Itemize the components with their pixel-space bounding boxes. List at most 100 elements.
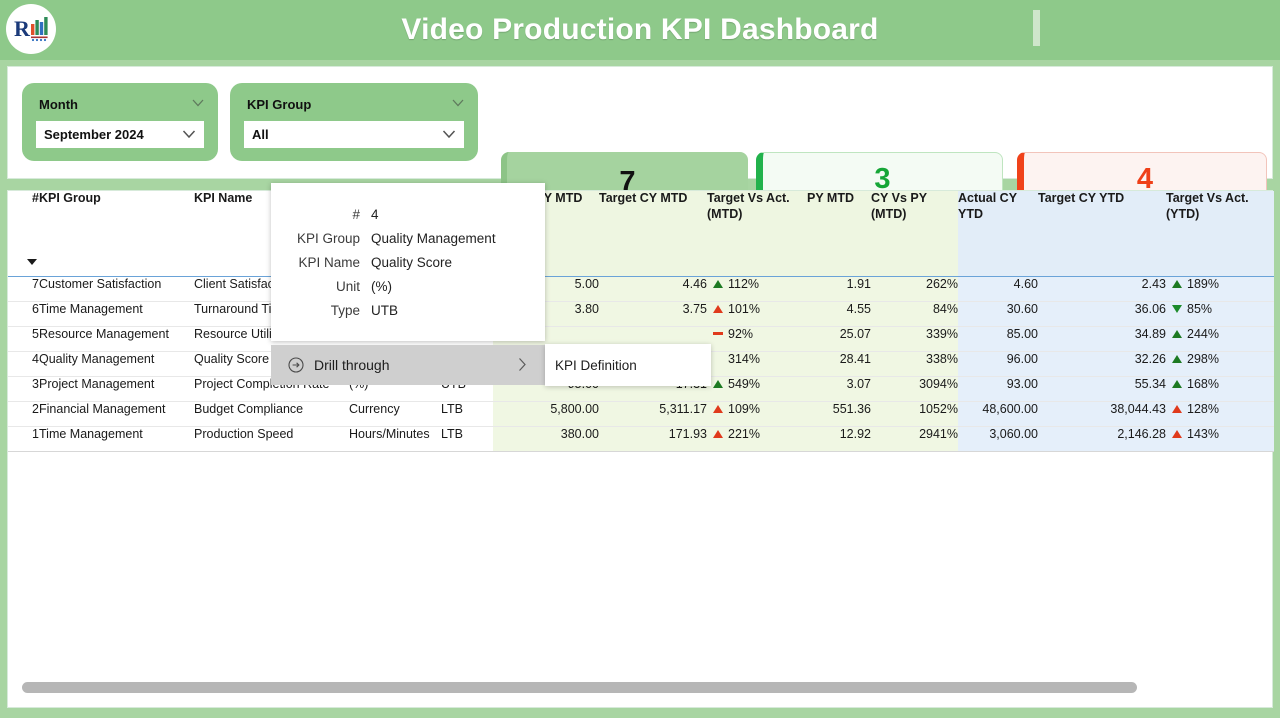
cell-target-vs-act-ytd-value: 189%	[1187, 276, 1219, 291]
sort-descending-icon[interactable]	[27, 259, 37, 265]
tooltip-row: KPI Name Quality Score	[271, 251, 545, 275]
month-slicer-collapse-icon[interactable]	[192, 98, 204, 108]
cell-type: LTB	[441, 426, 493, 452]
cell-index: 6	[8, 301, 39, 327]
drill-through-icon	[288, 357, 304, 373]
col-header-cy-vs-py-mtd[interactable]: CY Vs PY (MTD)	[871, 191, 958, 277]
cell-target-vs-act-ytd: 244%	[1166, 326, 1274, 352]
cell-target-cy-ytd: 38,044.43	[1038, 401, 1166, 427]
table-row[interactable]: 6 Time Management Turnaround Time 3.80 3.75 1…	[8, 301, 1274, 327]
cell-target-vs-act-ytd: 143%	[1166, 426, 1274, 452]
cell-index: 7	[8, 276, 39, 302]
cell-unit: Hours/Minutes	[349, 426, 441, 452]
col-header-kpi-group[interactable]: KPI Group	[39, 191, 194, 277]
cell-target-vs-act-mtd: 92%	[707, 326, 807, 352]
tooltip-value: Quality Score	[371, 255, 453, 270]
cell-index: 4	[8, 351, 39, 377]
cell-target-vs-act-ytd: 128%	[1166, 401, 1274, 427]
month-slicer[interactable]: Month September 2024	[22, 83, 218, 161]
cell-target-cy-ytd: 34.89	[1038, 326, 1166, 352]
cell-kpi-group: Customer Satisfaction	[39, 276, 194, 302]
cell-kpi-name: Production Speed	[194, 426, 349, 452]
month-slicer-label: Month	[39, 97, 78, 112]
trend-up-r-icon	[1172, 404, 1182, 413]
col-header-target-cy-mtd[interactable]: Target CY MTD	[599, 191, 707, 277]
kpi-group-selected-value: All	[252, 127, 269, 142]
cell-target-cy-ytd: 2.43	[1038, 276, 1166, 302]
cell-target-vs-act-mtd: 109%	[707, 401, 807, 427]
page-header: R Video Production KPI Dashboard	[0, 0, 1280, 60]
trend-up-g-icon	[1172, 329, 1182, 338]
cell-target-vs-act-ytd-value: 128%	[1187, 401, 1219, 416]
tooltip-row: Type UTB	[271, 299, 545, 323]
cell-target-vs-act-mtd-value: 549%	[728, 376, 760, 391]
trend-down-g-icon	[1172, 304, 1182, 313]
kpi-group-slicer[interactable]: KPI Group All	[230, 83, 478, 161]
chevron-down-icon[interactable]	[182, 129, 196, 140]
col-header-py-mtd[interactable]: PY MTD	[807, 191, 871, 277]
cell-py-mtd: 1.91	[807, 276, 871, 302]
cell-target-vs-act-ytd-value: 298%	[1187, 351, 1219, 366]
cell-py-mtd: 3.07	[807, 376, 871, 402]
cell-target-vs-act-mtd-value: 314%	[728, 351, 760, 366]
trend-up-r-icon	[713, 304, 723, 313]
cell-target-vs-act-mtd-value: 221%	[728, 426, 760, 441]
cell-py-mtd: 4.55	[807, 301, 871, 327]
col-header-target-vs-act-mtd[interactable]: Target Vs Act. (MTD)	[707, 191, 807, 277]
cell-kpi-name: Budget Compliance	[194, 401, 349, 427]
cell-target-vs-act-mtd-value: 101%	[728, 301, 760, 316]
cell-type: LTB	[441, 401, 493, 427]
cell-target-vs-act-mtd: 549%	[707, 376, 807, 402]
cell-index: 5	[8, 326, 39, 352]
chevron-down-icon[interactable]	[442, 129, 456, 140]
trend-up-g-icon	[1172, 354, 1182, 363]
tooltip-row: #4	[271, 203, 545, 227]
cell-cy-vs-py-mtd: 339%	[871, 326, 958, 352]
kpi-group-slicer-collapse-icon[interactable]	[452, 98, 464, 108]
horizontal-scrollbar[interactable]	[22, 682, 1258, 693]
trend-flat-r-icon	[713, 332, 723, 335]
cell-index: 2	[8, 401, 39, 427]
context-submenu-item-kpi-definition[interactable]: KPI Definition	[555, 358, 637, 373]
trend-up-g-icon	[713, 279, 723, 288]
tooltip-key: Unit	[335, 279, 360, 294]
cell-actual-cy-ytd: 48,600.00	[958, 401, 1038, 427]
cell-target-vs-act-ytd: 85%	[1166, 301, 1274, 327]
table-row[interactable]: 7 Customer Satisfaction Client Satisfactio…	[8, 276, 1274, 302]
context-submenu[interactable]: KPI Definition	[545, 344, 711, 386]
cell-cy-vs-py-mtd: 1052%	[871, 401, 958, 427]
row-tooltip-rows: #4 KPI Group Quality Management KPI Name Qua…	[271, 203, 545, 323]
tooltip-value: Quality Management	[371, 231, 496, 246]
cell-py-mtd: 12.92	[807, 426, 871, 452]
cell-kpi-group: Financial Management	[39, 401, 194, 427]
cell-index: 1	[8, 426, 39, 452]
tooltip-key: KPI Group	[296, 231, 360, 246]
table-row[interactable]: 1 Time Management Production Speed Hours/Mi…	[8, 426, 1274, 452]
trend-none-icon	[713, 355, 723, 363]
col-header-target-vs-act-ytd[interactable]: Target Vs Act. (YTD)	[1166, 191, 1274, 277]
tooltip-row: KPI Group Quality Management	[271, 227, 545, 251]
context-menu-drill-through[interactable]: Drill through	[271, 345, 545, 385]
cell-cy-vs-py-mtd: 338%	[871, 351, 958, 377]
month-selected-value: September 2024	[44, 127, 144, 142]
cell-target-vs-act-ytd: 298%	[1166, 351, 1274, 377]
kpi-group-dropdown[interactable]: All	[244, 121, 464, 148]
cell-target-vs-act-mtd-value: 92%	[728, 326, 754, 341]
cell-target-vs-act-mtd: 314%	[707, 351, 807, 377]
cell-unit: Currency	[349, 401, 441, 427]
horizontal-scrollbar-thumb[interactable]	[22, 682, 1137, 693]
cell-target-cy-mtd: 4.46	[599, 276, 707, 302]
col-header-target-cy-ytd[interactable]: Target CY YTD	[1038, 191, 1166, 277]
header-cursor-bar	[1033, 10, 1040, 46]
cell-cy-vs-py-mtd: 84%	[871, 301, 958, 327]
cell-target-cy-mtd: 3.75	[599, 301, 707, 327]
tooltip-key: #	[352, 207, 360, 222]
kpi-table: # KPI Group KPI Name Unit Type Actual CY…	[8, 191, 1274, 452]
cell-target-cy-mtd: 171.93	[599, 426, 707, 452]
table-row[interactable]: 2 Financial Management Budget Compliance Cu…	[8, 401, 1274, 427]
tooltip-key: KPI Name	[298, 255, 360, 270]
tooltip-value: 4	[371, 207, 379, 222]
col-header-actual-cy-ytd[interactable]: Actual CY YTD	[958, 191, 1038, 277]
month-dropdown[interactable]: September 2024	[36, 121, 204, 148]
kpi-table-head: # KPI Group KPI Name Unit Type Actual CY…	[8, 191, 1274, 277]
